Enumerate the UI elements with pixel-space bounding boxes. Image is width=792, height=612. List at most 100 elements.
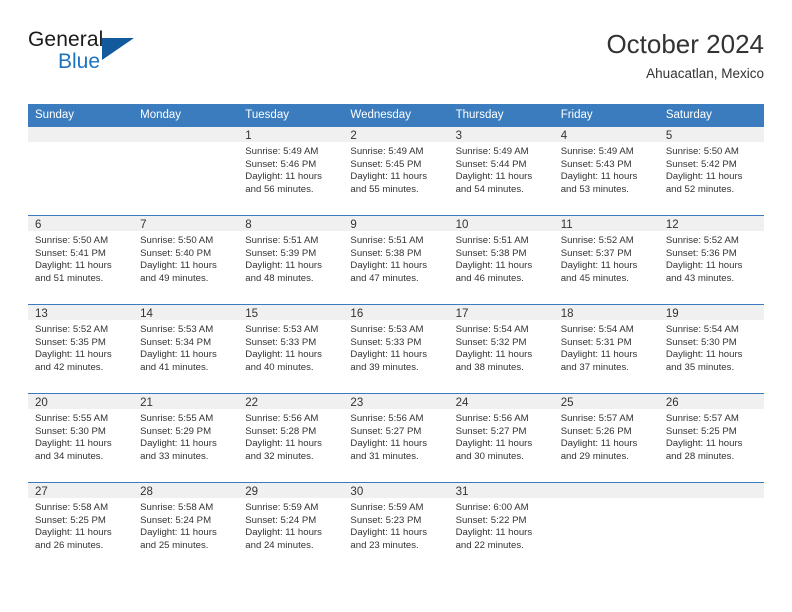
day-cell-inner: 22 Sunrise: 5:56 AM Sunset: 5:28 PM Dayligh…: [238, 394, 344, 482]
day-cell-inner: [28, 127, 134, 215]
daylight-text: Daylight: 11 hours and 46 minutes.: [455, 260, 533, 284]
calendar-day-cell[interactable]: 16 Sunrise: 5:53 AM Sunset: 5:33 PM Dayligh…: [343, 304, 449, 394]
calendar-day-cell[interactable]: 28 Sunrise: 5:58 AM Sunset: 5:24 PM Dayligh…: [133, 482, 239, 572]
day-sun-info: Sunrise: 6:00 AM Sunset: 5:22 PM Daylight:…: [449, 498, 554, 552]
daylight-text: Daylight: 11 hours and 33 minutes.: [140, 438, 217, 462]
calendar-day-cell[interactable]: 13 Sunrise: 5:52 AM Sunset: 5:35 PM Dayligh…: [28, 304, 134, 394]
calendar-day-cell[interactable]: 24 Sunrise: 5:56 AM Sunset: 5:27 PM Dayligh…: [448, 393, 554, 483]
calendar-day-cell[interactable]: 1 Sunrise: 5:49 AM Sunset: 5:46 PM Daylight…: [238, 126, 344, 216]
calendar-day-cell[interactable]: 2 Sunrise: 5:49 AM Sunset: 5:45 PM Daylight…: [343, 126, 449, 216]
day-number: 27: [28, 483, 134, 498]
calendar-day-cell[interactable]: 30 Sunrise: 5:59 AM Sunset: 5:23 PM Dayligh…: [343, 482, 449, 572]
general-blue-logo: General Blue: [28, 28, 148, 84]
sunset-text: Sunset: 5:26 PM: [560, 425, 632, 437]
day-cell-inner: 19 Sunrise: 5:54 AM Sunset: 5:30 PM Dayligh…: [658, 305, 764, 393]
daylight-text: Daylight: 11 hours and 40 minutes.: [245, 349, 322, 373]
daylight-text: Daylight: 11 hours and 42 minutes.: [35, 349, 112, 373]
calendar-day-cell[interactable]: 21 Sunrise: 5:55 AM Sunset: 5:29 PM Dayligh…: [133, 393, 239, 483]
calendar-day-cell[interactable]: 12 Sunrise: 5:52 AM Sunset: 5:36 PM Dayligh…: [658, 215, 764, 305]
daylight-text: Daylight: 11 hours and 37 minutes.: [560, 349, 638, 373]
calendar-day-cell[interactable]: 8 Sunrise: 5:51 AM Sunset: 5:39 PM Daylight…: [238, 215, 344, 305]
calendar-day-cell[interactable]: 17 Sunrise: 5:54 AM Sunset: 5:32 PM Dayligh…: [448, 304, 554, 394]
sunset-text: Sunset: 5:34 PM: [140, 336, 212, 348]
sunrise-text: Sunrise: 5:49 AM: [455, 146, 529, 157]
brand-name-general: General: [28, 28, 104, 51]
day-number: [553, 483, 659, 498]
day-cell-inner: 14 Sunrise: 5:53 AM Sunset: 5:34 PM Dayligh…: [133, 305, 239, 393]
sunset-text: Sunset: 5:27 PM: [455, 425, 527, 437]
sunrise-text: Sunrise: 5:50 AM: [665, 146, 739, 157]
calendar-day-cell[interactable]: 27 Sunrise: 5:58 AM Sunset: 5:25 PM Dayligh…: [28, 482, 134, 572]
calendar-day-cell[interactable]: 15 Sunrise: 5:53 AM Sunset: 5:33 PM Dayligh…: [238, 304, 344, 394]
calendar-day-cell[interactable]: 4 Sunrise: 5:49 AM Sunset: 5:43 PM Daylight…: [553, 126, 659, 216]
calendar-day-cell[interactable]: 22 Sunrise: 5:56 AM Sunset: 5:28 PM Dayligh…: [238, 393, 344, 483]
calendar-day-cell[interactable]: 20 Sunrise: 5:55 AM Sunset: 5:30 PM Dayligh…: [28, 393, 134, 483]
day-number: 1: [238, 127, 344, 142]
sunset-text: Sunset: 5:36 PM: [665, 247, 737, 259]
day-number: 20: [28, 394, 134, 409]
calendar-day-cell[interactable]: 10 Sunrise: 5:51 AM Sunset: 5:38 PM Dayligh…: [448, 215, 554, 305]
sunrise-text: Sunrise: 5:53 AM: [245, 324, 319, 335]
calendar-day-cell[interactable]: 26 Sunrise: 5:57 AM Sunset: 5:25 PM Dayligh…: [658, 393, 764, 483]
calendar-day-cell[interactable]: 25 Sunrise: 5:57 AM Sunset: 5:26 PM Dayligh…: [553, 393, 659, 483]
day-sun-info: Sunrise: 5:49 AM Sunset: 5:45 PM Daylight:…: [343, 142, 448, 196]
day-cell-inner: 3 Sunrise: 5:49 AM Sunset: 5:44 PM Daylight…: [448, 127, 554, 215]
day-sun-info: Sunrise: 5:58 AM Sunset: 5:25 PM Daylight:…: [28, 498, 133, 552]
day-cell-inner: 18 Sunrise: 5:54 AM Sunset: 5:31 PM Dayligh…: [553, 305, 659, 393]
daylight-text: Daylight: 11 hours and 39 minutes.: [350, 349, 428, 373]
daylight-text: Daylight: 11 hours and 32 minutes.: [245, 438, 322, 462]
day-cell-inner: 16 Sunrise: 5:53 AM Sunset: 5:33 PM Dayligh…: [343, 305, 449, 393]
day-number: 25: [553, 394, 659, 409]
day-cell-inner: 5 Sunrise: 5:50 AM Sunset: 5:42 PM Daylight…: [658, 127, 764, 215]
sunrise-text: Sunrise: 5:59 AM: [245, 502, 319, 513]
day-number: 30: [343, 483, 449, 498]
day-sun-info: Sunrise: 5:54 AM Sunset: 5:31 PM Daylight:…: [554, 320, 659, 374]
day-sun-info: Sunrise: 5:50 AM Sunset: 5:42 PM Daylight:…: [659, 142, 764, 196]
daylight-text: Daylight: 11 hours and 45 minutes.: [560, 260, 638, 284]
calendar-day-cell[interactable]: 19 Sunrise: 5:54 AM Sunset: 5:30 PM Dayligh…: [658, 304, 764, 394]
daylight-text: Daylight: 11 hours and 24 minutes.: [245, 527, 322, 551]
day-number: 4: [553, 127, 659, 142]
sunrise-text: Sunrise: 5:50 AM: [140, 235, 214, 246]
calendar-week-row: 13 Sunrise: 5:52 AM Sunset: 5:35 PM Dayligh…: [28, 304, 764, 394]
calendar-day-cell[interactable]: 7 Sunrise: 5:50 AM Sunset: 5:40 PM Daylight…: [133, 215, 239, 305]
sunset-text: Sunset: 5:45 PM: [350, 158, 422, 170]
calendar-day-cell[interactable]: 31 Sunrise: 6:00 AM Sunset: 5:22 PM Dayligh…: [448, 482, 554, 572]
sunset-text: Sunset: 5:32 PM: [455, 336, 527, 348]
calendar-page: General Blue October 2024 Ahuacatlan, Me…: [0, 0, 792, 612]
calendar-day-cell[interactable]: 9 Sunrise: 5:51 AM Sunset: 5:38 PM Daylight…: [343, 215, 449, 305]
calendar-day-cell[interactable]: 6 Sunrise: 5:50 AM Sunset: 5:41 PM Daylight…: [28, 215, 134, 305]
daylight-text: Daylight: 11 hours and 41 minutes.: [140, 349, 217, 373]
weekday-header-thursday: Thursday: [448, 104, 554, 127]
daylight-text: Daylight: 11 hours and 55 minutes.: [350, 171, 428, 195]
day-number: 31: [448, 483, 554, 498]
day-sun-info: Sunrise: 5:54 AM Sunset: 5:30 PM Daylight:…: [659, 320, 764, 374]
day-cell-inner: 15 Sunrise: 5:53 AM Sunset: 5:33 PM Dayligh…: [238, 305, 344, 393]
day-cell-inner: 24 Sunrise: 5:56 AM Sunset: 5:27 PM Dayligh…: [448, 394, 554, 482]
calendar-day-cell[interactable]: 3 Sunrise: 5:49 AM Sunset: 5:44 PM Daylight…: [448, 126, 554, 216]
day-number: 24: [448, 394, 554, 409]
calendar-week-row: 1 Sunrise: 5:49 AM Sunset: 5:46 PM Daylight…: [28, 126, 764, 216]
day-sun-info: Sunrise: 5:50 AM Sunset: 5:40 PM Daylight:…: [133, 231, 238, 285]
sunset-text: Sunset: 5:23 PM: [350, 514, 422, 526]
weekday-header-row: Sunday Monday Tuesday Wednesday Thursday…: [28, 104, 764, 127]
day-cell-inner: 4 Sunrise: 5:49 AM Sunset: 5:43 PM Daylight…: [553, 127, 659, 215]
sunrise-text: Sunrise: 5:52 AM: [560, 235, 634, 246]
calendar-day-cell[interactable]: 18 Sunrise: 5:54 AM Sunset: 5:31 PM Dayligh…: [553, 304, 659, 394]
calendar-day-cell[interactable]: 23 Sunrise: 5:56 AM Sunset: 5:27 PM Dayligh…: [343, 393, 449, 483]
sunset-text: Sunset: 5:40 PM: [140, 247, 212, 259]
day-sun-info: Sunrise: 5:59 AM Sunset: 5:24 PM Daylight:…: [238, 498, 343, 552]
day-sun-info: Sunrise: 5:51 AM Sunset: 5:39 PM Daylight:…: [238, 231, 343, 285]
calendar-day-cell[interactable]: 14 Sunrise: 5:53 AM Sunset: 5:34 PM Dayligh…: [133, 304, 239, 394]
calendar-day-cell[interactable]: 29 Sunrise: 5:59 AM Sunset: 5:24 PM Dayligh…: [238, 482, 344, 572]
calendar-day-cell[interactable]: 11 Sunrise: 5:52 AM Sunset: 5:37 PM Dayligh…: [553, 215, 659, 305]
day-sun-info: Sunrise: 5:49 AM Sunset: 5:43 PM Daylight:…: [554, 142, 659, 196]
calendar-day-cell[interactable]: 5 Sunrise: 5:50 AM Sunset: 5:42 PM Daylight…: [658, 126, 764, 216]
sunrise-text: Sunrise: 5:53 AM: [140, 324, 214, 335]
daylight-text: Daylight: 11 hours and 52 minutes.: [665, 171, 743, 195]
sunset-text: Sunset: 5:33 PM: [245, 336, 317, 348]
day-number: 18: [553, 305, 659, 320]
day-number: 7: [133, 216, 239, 231]
sunset-text: Sunset: 5:31 PM: [560, 336, 632, 348]
day-cell-inner: 10 Sunrise: 5:51 AM Sunset: 5:38 PM Dayligh…: [448, 216, 554, 304]
